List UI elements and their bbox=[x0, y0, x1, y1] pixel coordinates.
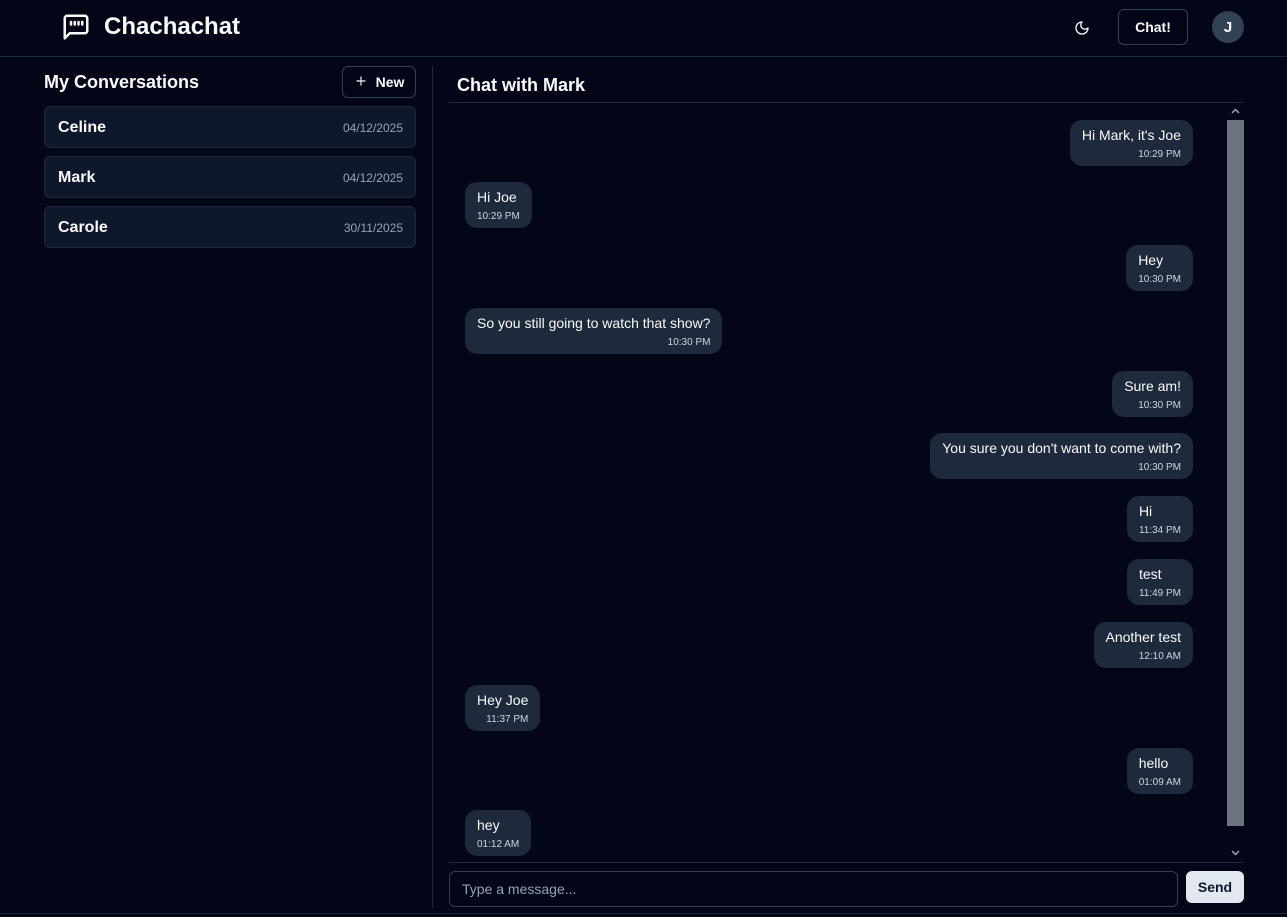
message-bubble-incoming: So you still going to watch that show? 1… bbox=[465, 308, 723, 354]
message-time: 10:30 PM bbox=[1138, 462, 1181, 473]
composer-divider bbox=[449, 862, 1244, 863]
message-bubble-outgoing: You sure you don't want to come with? 10… bbox=[930, 433, 1193, 479]
avatar[interactable]: J bbox=[1212, 11, 1244, 43]
message-text: test bbox=[1138, 566, 1162, 582]
message-bubble-outgoing: Hey 10:30 PM bbox=[1126, 245, 1193, 291]
message-time: 10:30 PM bbox=[1138, 274, 1181, 285]
message-scrollbar[interactable] bbox=[1227, 103, 1244, 861]
conversation-item-mark[interactable]: Mark 04/12/2025 bbox=[44, 156, 416, 198]
message-time: 11:34 PM bbox=[1138, 525, 1181, 536]
message-bubble-outgoing: hello 01:09 AM bbox=[1126, 748, 1193, 794]
panel-divider bbox=[432, 66, 433, 908]
conversation-item-carole[interactable]: Carole 30/11/2025 bbox=[44, 206, 416, 248]
message-bubble-outgoing: test 11:49 PM bbox=[1126, 559, 1193, 605]
message-bubble-outgoing: Sure am! 10:30 PM bbox=[1112, 371, 1193, 417]
message-text: Sure am! bbox=[1124, 378, 1181, 394]
message-text: So you still going to watch that show? bbox=[477, 315, 711, 331]
message-time: 10:30 PM bbox=[1138, 400, 1181, 411]
message-time: 01:09 AM bbox=[1138, 777, 1181, 788]
scrollbar-thumb[interactable] bbox=[1227, 120, 1244, 826]
conversations-sidebar: My Conversations New Celine 04/12/2025 M… bbox=[44, 66, 416, 248]
brand[interactable]: Chachachat bbox=[60, 11, 240, 43]
sidebar-title: My Conversations bbox=[44, 72, 200, 92]
conversation-date: 04/12/2025 bbox=[342, 171, 403, 185]
message-time: 01:12 AM bbox=[477, 839, 520, 850]
chat-button[interactable]: Chat! bbox=[1118, 9, 1188, 45]
app-title: Chachachat bbox=[104, 13, 241, 40]
conversation-name: Mark bbox=[58, 169, 96, 186]
conversation-list: Celine 04/12/2025 Mark 04/12/2025 Carole… bbox=[44, 106, 416, 256]
sidebar-header: My Conversations New bbox=[44, 66, 416, 98]
chat-panel: Chat with Mark Hi Mark, it's Joe 10:29 P… bbox=[449, 66, 1244, 908]
conversation-name: Celine bbox=[58, 119, 107, 136]
message-text: Hi Joe bbox=[477, 189, 517, 205]
message-bubble-outgoing: Hi Mark, it's Joe 10:29 PM bbox=[1069, 120, 1193, 166]
message-bubble-outgoing: Hi 11:34 PM bbox=[1126, 496, 1193, 542]
chat-title: Chat with Mark bbox=[457, 75, 586, 95]
message-time: 10:30 PM bbox=[667, 337, 711, 348]
message-text: hey bbox=[477, 817, 500, 833]
message-text: Hi bbox=[1138, 503, 1153, 519]
new-conversation-button[interactable]: New bbox=[342, 66, 416, 98]
message-text: Hey bbox=[1138, 252, 1164, 268]
moon-icon[interactable] bbox=[1066, 12, 1098, 44]
send-button[interactable]: Send bbox=[1186, 871, 1244, 903]
message-square-quote-icon bbox=[60, 11, 92, 43]
bottom-divider bbox=[0, 913, 1287, 914]
message-time: 11:49 PM bbox=[1138, 588, 1181, 599]
new-button-label: New bbox=[375, 74, 405, 90]
message-time: 12:10 AM bbox=[1138, 651, 1181, 662]
message-time: 10:29 PM bbox=[1138, 149, 1181, 160]
message-bubble-incoming: Hi Joe 10:29 PM bbox=[465, 182, 532, 228]
conversation-date: 30/11/2025 bbox=[343, 221, 403, 235]
message-text: You sure you don't want to come with? bbox=[942, 440, 1181, 456]
message-bubble-outgoing: Another test 12:10 AM bbox=[1093, 622, 1193, 668]
message-list[interactable]: Hi Mark, it's Joe 10:29 PM Hi Joe 10:29 … bbox=[449, 103, 1226, 861]
conversation-date: 04/12/2025 bbox=[342, 121, 403, 135]
conversation-item-celine[interactable]: Celine 04/12/2025 bbox=[44, 106, 416, 148]
message-text: hello bbox=[1138, 755, 1169, 771]
message-time: 11:37 PM bbox=[486, 714, 529, 725]
app-header: Chachachat Chat! J bbox=[0, 0, 1287, 57]
plus-icon bbox=[354, 74, 368, 91]
message-text: Hey Joe bbox=[477, 692, 529, 708]
message-text: Another test bbox=[1105, 629, 1182, 645]
message-bubble-incoming: Hey Joe 11:37 PM bbox=[465, 685, 541, 731]
message-input[interactable] bbox=[449, 871, 1178, 907]
message-bubble-incoming: hey 01:12 AM bbox=[465, 810, 532, 856]
chevron-down-icon[interactable] bbox=[1227, 845, 1244, 861]
conversation-name: Carole bbox=[58, 219, 108, 236]
message-text: Hi Mark, it's Joe bbox=[1081, 127, 1181, 143]
message-time: 10:29 PM bbox=[477, 211, 520, 222]
chevron-up-icon[interactable] bbox=[1227, 103, 1244, 119]
